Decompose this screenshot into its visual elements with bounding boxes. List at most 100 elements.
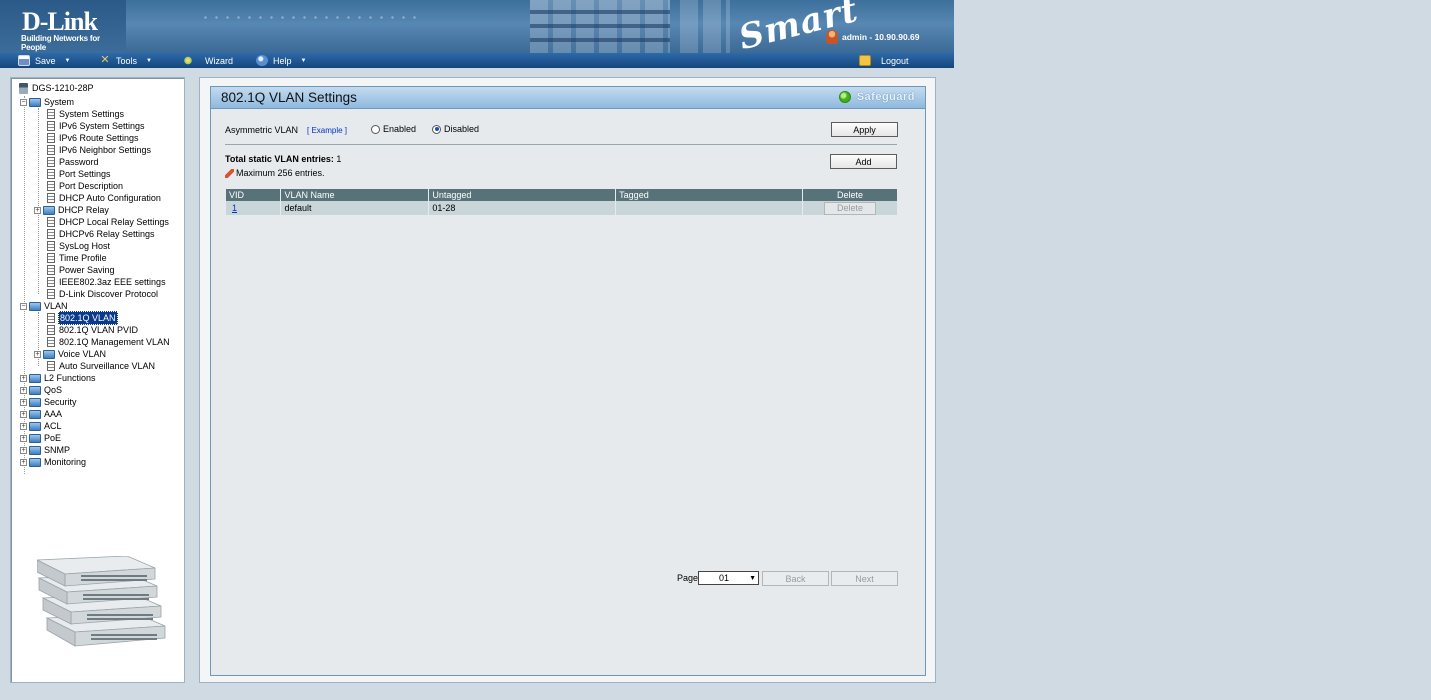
collapse-icon[interactable]: − <box>20 98 27 106</box>
tree-item-label[interactable]: Port Description <box>58 180 124 192</box>
tree-folder-dhcp-relay[interactable]: + DHCP Relay <box>34 204 110 216</box>
tree-folder-label[interactable]: QoS <box>43 384 63 396</box>
collapse-icon[interactable]: − <box>20 302 27 310</box>
expand-icon[interactable]: + <box>20 422 27 430</box>
vid-link[interactable]: 1 <box>232 203 237 213</box>
delete-button[interactable]: Delete <box>824 202 876 215</box>
expand-icon[interactable]: + <box>20 386 27 394</box>
expand-icon[interactable]: + <box>20 398 27 406</box>
tree-item-eee-settings[interactable]: IEEE802.3az EEE settings <box>47 276 167 288</box>
tree-item-label[interactable]: DHCP Auto Configuration <box>58 192 162 204</box>
expand-icon[interactable]: + <box>20 410 27 418</box>
tree-folder-qos[interactable]: + QoS <box>20 384 63 396</box>
tree-item-port-description[interactable]: Port Description <box>47 180 124 192</box>
tree-item-label[interactable]: 802.1Q Management VLAN <box>58 336 171 348</box>
tree-item-port-settings[interactable]: Port Settings <box>47 168 112 180</box>
folder-icon <box>29 457 41 467</box>
chevron-down-icon: ▼ <box>749 574 756 582</box>
expand-icon[interactable]: + <box>20 446 27 454</box>
tree-item-8021q-vlan[interactable]: 802.1Q VLAN <box>47 311 118 325</box>
disabled-radio[interactable] <box>432 124 441 134</box>
tree-folder-voice-vlan[interactable]: + Voice VLAN <box>34 348 107 360</box>
tree-item-label[interactable]: Time Profile <box>58 252 108 264</box>
tree-folder-label[interactable]: SNMP <box>43 444 71 456</box>
tree-folder-snmp[interactable]: + SNMP <box>20 444 71 456</box>
tree-item-label[interactable]: Auto Surveillance VLAN <box>58 360 156 372</box>
tree-folder-label[interactable]: System <box>43 96 75 108</box>
expand-icon[interactable]: + <box>34 206 41 214</box>
tree-item-label[interactable]: DHCPv6 Relay Settings <box>58 228 156 240</box>
tree-item-label[interactable]: Power Saving <box>58 264 116 276</box>
tools-menu[interactable]: ✕ Tools ▼ <box>99 53 152 68</box>
page-select[interactable]: 01 ▼ <box>698 571 759 585</box>
tree-item-label[interactable]: D-Link Discover Protocol <box>58 288 159 300</box>
tree-folder-poe[interactable]: + PoE <box>20 432 62 444</box>
tree-folder-label[interactable]: Monitoring <box>43 456 87 468</box>
tree-folder-system[interactable]: − System <box>20 96 75 108</box>
tree-item-time-profile[interactable]: Time Profile <box>47 252 108 264</box>
apply-button[interactable]: Apply <box>831 122 898 137</box>
tree-folder-label[interactable]: PoE <box>43 432 62 444</box>
tree-item-label[interactable]: Password <box>58 156 100 168</box>
tree-item-label-selected[interactable]: 802.1Q VLAN <box>58 311 118 325</box>
tree-item-8021q-vlan-pvid[interactable]: 802.1Q VLAN PVID <box>47 324 139 336</box>
tree-item-label[interactable]: IEEE802.3az EEE settings <box>58 276 167 288</box>
tree-folder-label[interactable]: Voice VLAN <box>57 348 107 360</box>
expand-icon[interactable]: + <box>20 458 27 466</box>
tree-item-8021q-management-vlan[interactable]: 802.1Q Management VLAN <box>47 336 171 348</box>
expand-icon[interactable]: + <box>20 374 27 382</box>
tree-item-dlink-discover-protocol[interactable]: D-Link Discover Protocol <box>47 288 159 300</box>
tree-folder-monitoring[interactable]: + Monitoring <box>20 456 87 468</box>
tree-item-dhcp-local-relay-settings[interactable]: DHCP Local Relay Settings <box>47 216 170 228</box>
page-icon <box>47 109 55 119</box>
expand-icon[interactable]: + <box>34 350 41 358</box>
tree-item-label[interactable]: 802.1Q VLAN PVID <box>58 324 139 336</box>
enabled-radio-label: Enabled <box>383 124 417 134</box>
tree-item-power-saving[interactable]: Power Saving <box>47 264 116 276</box>
tree-folder-label[interactable]: Security <box>43 396 78 408</box>
tree-item-label[interactable]: Port Settings <box>58 168 112 180</box>
tree-item-label[interactable]: DHCP Local Relay Settings <box>58 216 170 228</box>
tree-folder-aaa[interactable]: + AAA <box>20 408 63 420</box>
help-menu[interactable]: Help ▼ <box>256 53 306 68</box>
tree-item-label[interactable]: IPv6 System Settings <box>58 120 146 132</box>
tree-item-ipv6-route-settings[interactable]: IPv6 Route Settings <box>47 132 140 144</box>
tree-item-ipv6-system-settings[interactable]: IPv6 System Settings <box>47 120 146 132</box>
logout-icon <box>859 55 871 66</box>
tree-item-dhcpv6-relay-settings[interactable]: DHCPv6 Relay Settings <box>47 228 156 240</box>
tree-folder-label[interactable]: DHCP Relay <box>57 204 110 216</box>
save-menu[interactable]: Save ▼ <box>18 53 70 68</box>
tree-root[interactable]: DGS-1210-28P <box>19 82 95 94</box>
next-button[interactable]: Next <box>831 571 898 586</box>
tree-item-syslog-host[interactable]: SysLog Host <box>47 240 111 252</box>
expand-icon[interactable]: + <box>20 434 27 442</box>
back-button[interactable]: Back <box>762 571 829 586</box>
tree-item-dhcp-auto-configuration[interactable]: DHCP Auto Configuration <box>47 192 162 204</box>
tree-folder-l2-functions[interactable]: + L2 Functions <box>20 372 97 384</box>
wizard-button[interactable]: Wizard <box>182 53 233 68</box>
tree-item-label[interactable]: IPv6 Route Settings <box>58 132 140 144</box>
tree-folder-label[interactable]: L2 Functions <box>43 372 97 384</box>
tree-item-password[interactable]: Password <box>47 156 100 168</box>
tree-item-label[interactable]: IPv6 Neighbor Settings <box>58 144 152 156</box>
tree-item-ipv6-neighbor-settings[interactable]: IPv6 Neighbor Settings <box>47 144 152 156</box>
tree-item-auto-surveillance-vlan[interactable]: Auto Surveillance VLAN <box>47 360 156 372</box>
tree-folder-label[interactable]: ACL <box>43 420 63 432</box>
add-button[interactable]: Add <box>830 154 897 169</box>
tree-folder-security[interactable]: + Security <box>20 396 78 408</box>
logo-tagline: Building Networks for People <box>21 34 100 52</box>
logout-button[interactable]: Logout <box>859 53 909 68</box>
tree-folder-label[interactable]: AAA <box>43 408 63 420</box>
tree-root-label[interactable]: DGS-1210-28P <box>31 82 95 94</box>
tree-folder-acl[interactable]: + ACL <box>20 420 63 432</box>
enabled-radio[interactable] <box>371 124 380 134</box>
folder-open-icon <box>29 301 41 311</box>
tree-item-system-settings[interactable]: System Settings <box>47 108 125 120</box>
page-icon <box>47 253 55 263</box>
asym-disabled-option[interactable]: Disabled <box>432 124 479 134</box>
tree-item-label[interactable]: System Settings <box>58 108 125 120</box>
banner-ports-graphic <box>530 0 670 53</box>
example-link[interactable]: [ Example ] <box>307 126 347 135</box>
tree-item-label[interactable]: SysLog Host <box>58 240 111 252</box>
asym-enabled-option[interactable]: Enabled <box>371 124 416 134</box>
